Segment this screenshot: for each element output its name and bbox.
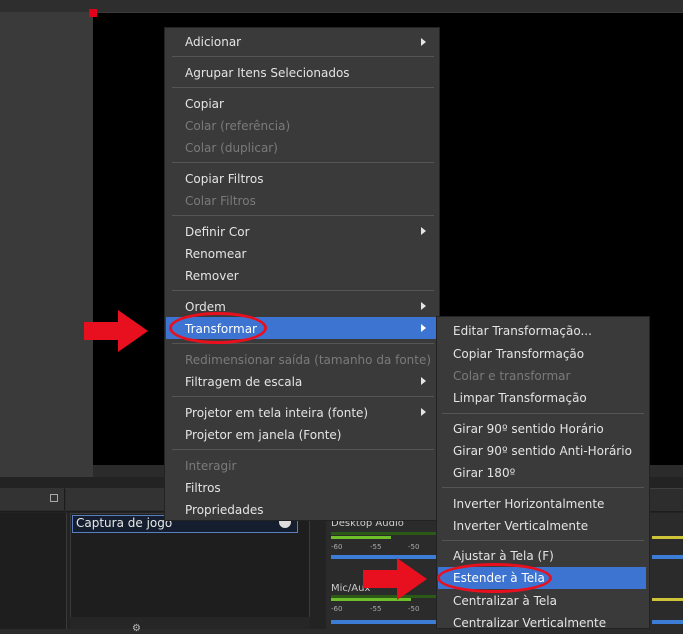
menu-item-label: Redimensionar saída (tamanho da fonte): [185, 353, 432, 367]
submenu-arrow-icon: [421, 302, 426, 310]
menu-separator: [172, 215, 434, 216]
desktop-meter: [331, 536, 391, 539]
menu-item-label: Agrupar Itens Selecionados: [185, 66, 350, 80]
menu-item-label: Filtragem de escala: [185, 375, 303, 389]
menu-item-label: Inverter Verticalmente: [453, 519, 589, 533]
top-bar: [0, 0, 683, 13]
meter-right: [652, 536, 683, 539]
left-panel: [0, 12, 93, 477]
mixer-right-column: [648, 513, 683, 629]
menu-item-label: Copiar Filtros: [185, 172, 264, 186]
menu-item-label: Inverter Horizontalmente: [453, 497, 605, 511]
menu-item-label: Girar 90º sentido Anti-Horário: [453, 444, 632, 458]
mic-volume-slider[interactable]: [331, 620, 436, 624]
scale-tick: -50: [408, 543, 420, 551]
scale-tick: -60: [331, 605, 343, 613]
menu-item-label: Definir Cor: [185, 225, 250, 239]
desktop-meter-bg: [331, 532, 436, 535]
menu-item-label: Editar Transformação...: [453, 324, 592, 338]
menu-item-label: Interagir: [185, 459, 237, 473]
sources-toolbar: [70, 617, 310, 629]
menu-item-label: Limpar Transformação: [453, 391, 587, 405]
menu-item-label: Projetor em tela inteira (fonte): [185, 406, 369, 420]
annotation-circle: [437, 563, 552, 593]
annotation-arrow-icon: [363, 558, 427, 600]
menu-item-label: Adicionar: [185, 35, 242, 49]
menu-item-label: Copiar: [185, 97, 224, 111]
scale-tick: -60: [331, 543, 343, 551]
menu-item-label: Girar 180º: [453, 466, 516, 480]
menu-separator: [172, 162, 434, 163]
menu-item-label: Centralizar Verticalmente: [453, 616, 607, 630]
menu-item-label: Projetor em janela (Fonte): [185, 428, 342, 442]
annotation-arrow-icon: [84, 310, 148, 352]
menu-item-label: Colar (referência): [185, 119, 291, 133]
volume-slider-right[interactable]: [652, 555, 683, 559]
menu-item-label: Filtros: [185, 481, 221, 495]
source-item-label: Captura de jogo: [76, 516, 173, 530]
submenu-arrow-icon: [421, 324, 426, 332]
menu-separator: [442, 540, 644, 541]
menu-separator: [442, 487, 644, 488]
menu-separator: [172, 56, 434, 57]
menu-item-label: Colar (duplicar): [185, 141, 278, 155]
annotation-circle: [169, 312, 267, 344]
menu-item-label: Remover: [185, 269, 239, 283]
meter-right: [652, 598, 683, 601]
submenu-arrow-icon: [421, 377, 426, 385]
selection-handle[interactable]: [89, 9, 97, 17]
menu-item-label: Renomear: [185, 247, 247, 261]
scale-tick: -55: [370, 543, 382, 551]
menu-separator: [172, 449, 434, 450]
scenes-list[interactable]: [0, 513, 67, 629]
menu-item-label: Colar e transformar: [453, 369, 571, 383]
menu-separator: [172, 290, 434, 291]
scale-tick: -50: [408, 605, 420, 613]
menu-separator: [172, 396, 434, 397]
menu-item-label: Copiar Transformação: [453, 347, 585, 361]
menu-item-label: Propriedades: [185, 503, 264, 517]
submenu-arrow-icon: [421, 227, 426, 235]
submenu-arrow-icon: [421, 38, 426, 46]
scale-tick: -55: [370, 605, 382, 613]
undock-icon[interactable]: [50, 494, 58, 502]
submenu-arrow-icon: [421, 408, 426, 416]
menu-separator: [442, 413, 644, 414]
menu-separator: [172, 87, 434, 88]
menu-item-label: Colar Filtros: [185, 194, 256, 208]
menu-item-label: Centralizar à Tela: [453, 594, 557, 608]
menu-item-label: Girar 90º sentido Horário: [453, 422, 604, 436]
volume-slider-right[interactable]: [652, 620, 683, 624]
